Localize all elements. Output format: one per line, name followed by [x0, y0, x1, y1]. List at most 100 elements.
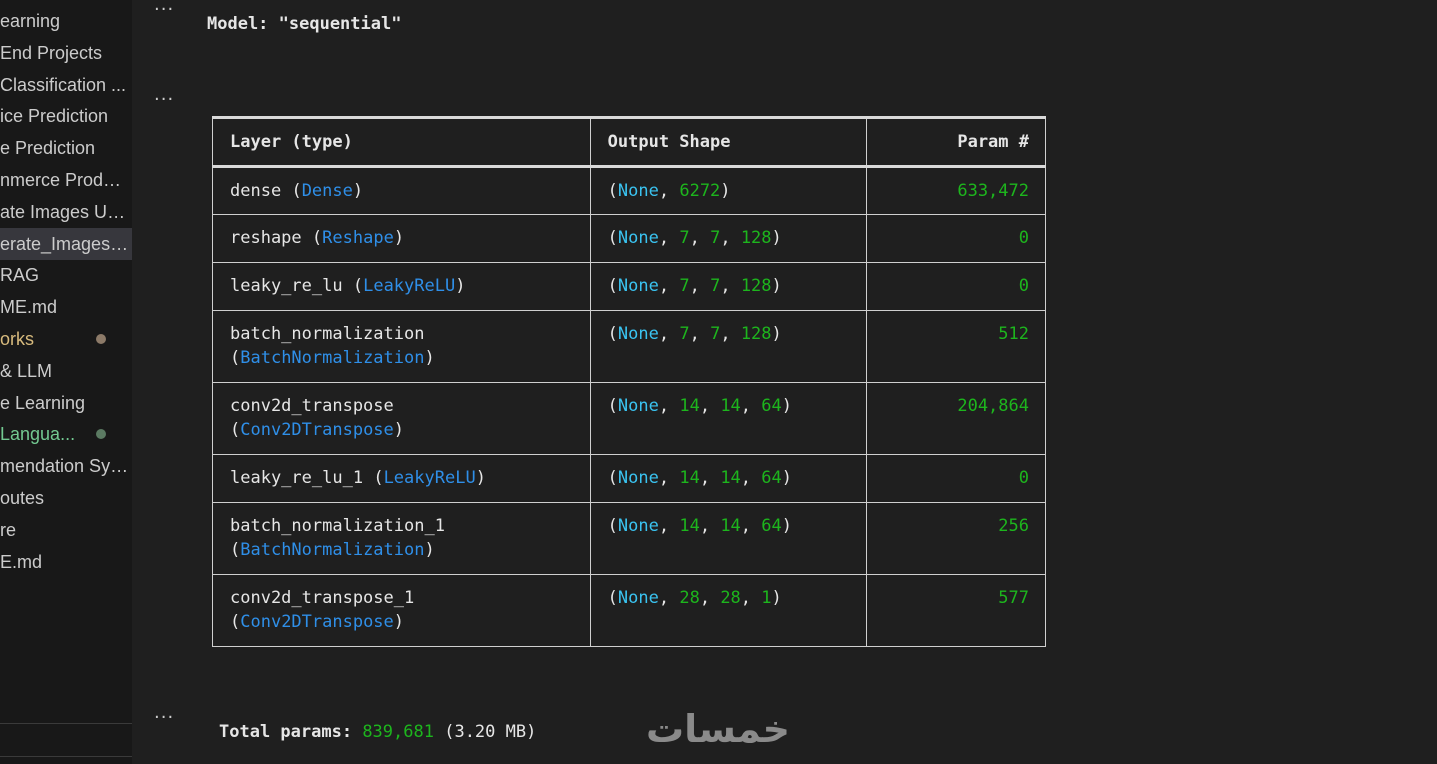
param-count-cell: 633,472 — [866, 166, 1046, 215]
output-shape-cell: (None, 28, 28, 1) — [589, 574, 868, 647]
header-layer-type: Layer (type) — [212, 116, 591, 168]
total-params: Total params: 839,681 (3.20 MB) — [219, 722, 536, 742]
param-count-cell: 204,864 — [866, 382, 1046, 455]
explorer-item[interactable]: ME.md — [0, 291, 132, 323]
layer-name: leaky_re_lu — [230, 276, 343, 296]
layer-type: LeakyReLU — [383, 468, 476, 488]
shape-dim: 6272 — [679, 181, 721, 201]
untracked-dot-icon — [96, 429, 106, 439]
explorer-item[interactable]: earning — [0, 5, 132, 37]
shape-dim: 64 — [761, 516, 782, 536]
param-count: 577 — [998, 588, 1029, 608]
layer-cell: reshape (Reshape) — [212, 214, 591, 263]
explorer-item[interactable]: e Prediction — [0, 132, 132, 164]
shape-batch-dim: None — [617, 228, 659, 248]
shape-batch-dim: None — [617, 396, 659, 416]
modified-dot-icon — [96, 334, 106, 344]
explorer-sidebar: earning End Projects Classification ... ice… — [0, 0, 132, 764]
shape-dim: 128 — [740, 324, 772, 344]
explorer-item[interactable]: ice Prediction — [0, 100, 132, 132]
param-count: 0 — [1018, 228, 1029, 248]
param-count: 512 — [998, 324, 1029, 344]
table-row: leaky_re_lu_1 (LeakyReLU) (None, 14, 14, … — [212, 454, 1046, 503]
param-count-cell: 0 — [866, 214, 1046, 263]
layer-name: batch_normalization_1 — [230, 516, 445, 536]
param-count-cell: 0 — [866, 454, 1046, 503]
explorer-item[interactable]: RAG — [0, 259, 132, 291]
table-row: reshape (Reshape) (None, 7, 7, 128) 0 — [212, 214, 1046, 263]
param-count: 633,472 — [957, 181, 1029, 201]
param-count-cell: 512 — [866, 310, 1046, 383]
sidebar-divider — [0, 756, 132, 757]
layer-cell: leaky_re_lu_1 (LeakyReLU) — [212, 454, 591, 503]
layer-type: Dense — [301, 181, 353, 201]
sidebar-divider — [0, 723, 132, 724]
layer-type: BatchNormalization — [240, 348, 425, 368]
shape-dim: 14 — [679, 396, 700, 416]
layer-name: dense — [230, 181, 282, 201]
shape-dim: 14 — [679, 516, 700, 536]
output-shape-cell: (None, 14, 14, 64) — [589, 382, 868, 455]
shape-dim: 7 — [710, 228, 721, 248]
shape-dim: 14 — [679, 468, 700, 488]
cell-output-collapse-button[interactable]: ... — [154, 0, 174, 15]
total-params-value: 839,681 — [362, 722, 434, 742]
shape-dim: 128 — [740, 276, 772, 296]
table-row: conv2d_transpose_1 (Conv2DTranspose) (None… — [212, 574, 1046, 647]
output-shape-cell: (None, 14, 14, 64) — [589, 454, 868, 503]
explorer-item[interactable]: re — [0, 514, 132, 546]
layer-type: Conv2DTranspose — [240, 612, 394, 632]
explorer-item[interactable]: mendation Sys... — [0, 450, 132, 482]
explorer-item[interactable]: & LLM — [0, 355, 132, 387]
shape-dim: 28 — [679, 588, 700, 608]
layer-type: BatchNormalization — [240, 540, 425, 560]
explorer-item[interactable]: Langua... — [0, 418, 132, 450]
shape-dim: 7 — [710, 324, 721, 344]
total-params-size: (3.20 MB) — [444, 722, 537, 742]
shape-dim: 7 — [679, 324, 690, 344]
explorer-item[interactable]: Classification ... — [0, 69, 132, 101]
shape-batch-dim: None — [617, 516, 659, 536]
shape-dim: 14 — [720, 516, 741, 536]
shape-dim: 64 — [761, 396, 782, 416]
explorer-item[interactable]: e Learning — [0, 387, 132, 419]
explorer-item[interactable]: outes — [0, 482, 132, 514]
header-output-shape: Output Shape — [589, 116, 868, 168]
param-count: 204,864 — [957, 396, 1029, 416]
shape-dim: 14 — [720, 396, 741, 416]
layer-cell: batch_normalization (BatchNormalization) — [212, 310, 591, 383]
cell-output-collapse-button[interactable]: ... — [154, 84, 174, 105]
shape-batch-dim: None — [617, 468, 659, 488]
output-shape-cell: (None, 7, 7, 128) — [589, 310, 868, 383]
model-title: Model: "sequential" — [207, 14, 402, 34]
watermark-text: خمسات — [646, 707, 790, 751]
output-shape-cell: (None, 7, 7, 128) — [589, 214, 868, 263]
param-count: 0 — [1018, 276, 1029, 296]
table-header-row: Layer (type) Output Shape Param # — [212, 116, 1046, 168]
output-shape-cell: (None, 6272) — [589, 166, 868, 215]
layer-cell: leaky_re_lu (LeakyReLU) — [212, 262, 591, 311]
param-count: 0 — [1018, 468, 1029, 488]
param-count-cell: 577 — [866, 574, 1046, 647]
cell-output-collapse-button[interactable]: ... — [154, 702, 174, 723]
param-count-cell: 0 — [866, 262, 1046, 311]
explorer-item[interactable]: ate Images Usi... — [0, 196, 132, 228]
explorer-item[interactable]: nmerce Produc... — [0, 164, 132, 196]
model-summary-table: Layer (type) Output Shape Param # dense … — [212, 116, 1046, 647]
layer-type: Conv2DTranspose — [240, 420, 394, 440]
layer-cell: batch_normalization_1 (BatchNormalization… — [212, 502, 591, 575]
shape-dim: 7 — [679, 276, 690, 296]
explorer-item[interactable]: E.md — [0, 546, 132, 578]
shape-dim: 7 — [679, 228, 690, 248]
watermark-logo: خمسات — [646, 707, 790, 751]
layer-name: conv2d_transpose_1 — [230, 588, 415, 608]
explorer-item[interactable]: orks — [0, 323, 132, 355]
explorer-item[interactable]: erate_Images_... — [0, 228, 132, 260]
shape-dim: 128 — [740, 228, 772, 248]
layer-cell: conv2d_transpose_1 (Conv2DTranspose) — [212, 574, 591, 647]
explorer-item[interactable]: End Projects — [0, 37, 132, 69]
layer-cell: conv2d_transpose (Conv2DTranspose) — [212, 382, 591, 455]
shape-batch-dim: None — [617, 276, 659, 296]
table-row: batch_normalization_1 (BatchNormalization… — [212, 502, 1046, 575]
param-count-cell: 256 — [866, 502, 1046, 575]
